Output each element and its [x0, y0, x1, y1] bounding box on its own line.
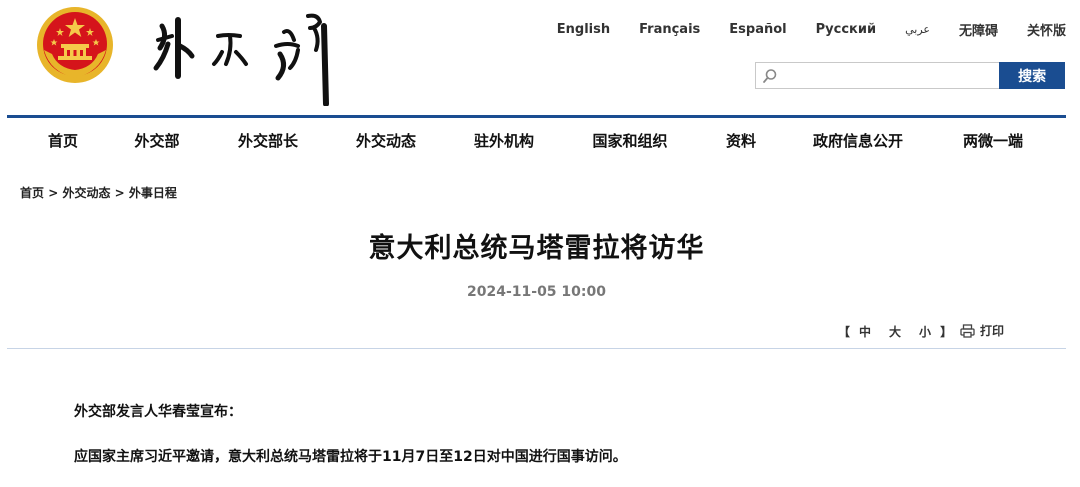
- breadcrumb: 首页 > 外交动态 > 外事日程: [20, 184, 177, 201]
- print-label: 打印: [980, 324, 1005, 338]
- lang-french-link[interactable]: Français: [639, 22, 700, 37]
- lang-russian-link[interactable]: Русский: [816, 22, 876, 37]
- search-box: [755, 62, 1000, 89]
- nav-item-diplomatic-news[interactable]: 外交动态: [356, 130, 416, 151]
- breadcrumb-foreign-affairs-schedule[interactable]: 外事日程: [129, 186, 177, 200]
- breadcrumb-separator: >: [114, 186, 125, 200]
- lang-arabic-link[interactable]: عربي: [905, 23, 930, 36]
- search-button[interactable]: 搜索: [999, 62, 1065, 89]
- font-size-small-button[interactable]: 小: [919, 325, 931, 339]
- main-nav: 首页 外交部 外交部长 外交动态 驻外机构 国家和组织 资料 政府信息公开 两微…: [0, 118, 1080, 164]
- nav-item-government-info[interactable]: 政府信息公开: [813, 130, 903, 151]
- ministry-calligraphy-logo[interactable]: [148, 6, 358, 107]
- search-bar: 搜索: [755, 62, 1065, 89]
- nav-item-social-media[interactable]: 两微一端: [963, 130, 1023, 151]
- nav-item-minister[interactable]: 外交部长: [238, 130, 298, 151]
- breadcrumb-home[interactable]: 首页: [20, 186, 44, 200]
- article-paragraph: 外交部发言人华春莹宣布：: [74, 404, 242, 420]
- article-paragraph: 应国家主席习近平邀请，意大利总统马塔雷拉将于11月7日至12日对中国进行国事访问…: [74, 449, 627, 465]
- nav-item-countries-organizations[interactable]: 国家和组织: [592, 130, 667, 151]
- font-size-bracket-open: 【: [838, 325, 851, 339]
- national-emblem-icon[interactable]: [36, 6, 114, 84]
- accessibility-link[interactable]: 无障碍: [959, 20, 998, 39]
- font-size-bracket-close: 】: [940, 325, 953, 339]
- printer-icon: [960, 323, 975, 338]
- font-size-controls: 【中 大 小】: [838, 323, 952, 340]
- search-input[interactable]: [784, 63, 998, 88]
- print-button[interactable]: 打印: [960, 322, 1004, 339]
- search-icon: [763, 69, 777, 83]
- content-divider: [7, 348, 1066, 349]
- care-mode-link[interactable]: 关怀版: [1027, 20, 1066, 39]
- breadcrumb-separator: >: [48, 186, 59, 200]
- nav-item-home[interactable]: 首页: [48, 130, 78, 151]
- nav-item-resources[interactable]: 资料: [726, 130, 756, 151]
- language-bar: English Français Español Русский عربي 无障…: [528, 20, 1080, 39]
- font-size-large-button[interactable]: 中: [859, 325, 871, 339]
- nav-item-ministry[interactable]: 外交部: [134, 130, 179, 151]
- lang-english-link[interactable]: English: [557, 22, 610, 37]
- nav-item-missions-abroad[interactable]: 驻外机构: [474, 130, 534, 151]
- font-size-medium-button[interactable]: 大: [889, 325, 901, 339]
- breadcrumb-diplomatic-news[interactable]: 外交动态: [62, 186, 110, 200]
- article-timestamp: 2024-11-05 10:00: [467, 284, 606, 300]
- article-title: 意大利总统马塔雷拉将访华: [368, 233, 705, 264]
- lang-spanish-link[interactable]: Español: [729, 22, 786, 37]
